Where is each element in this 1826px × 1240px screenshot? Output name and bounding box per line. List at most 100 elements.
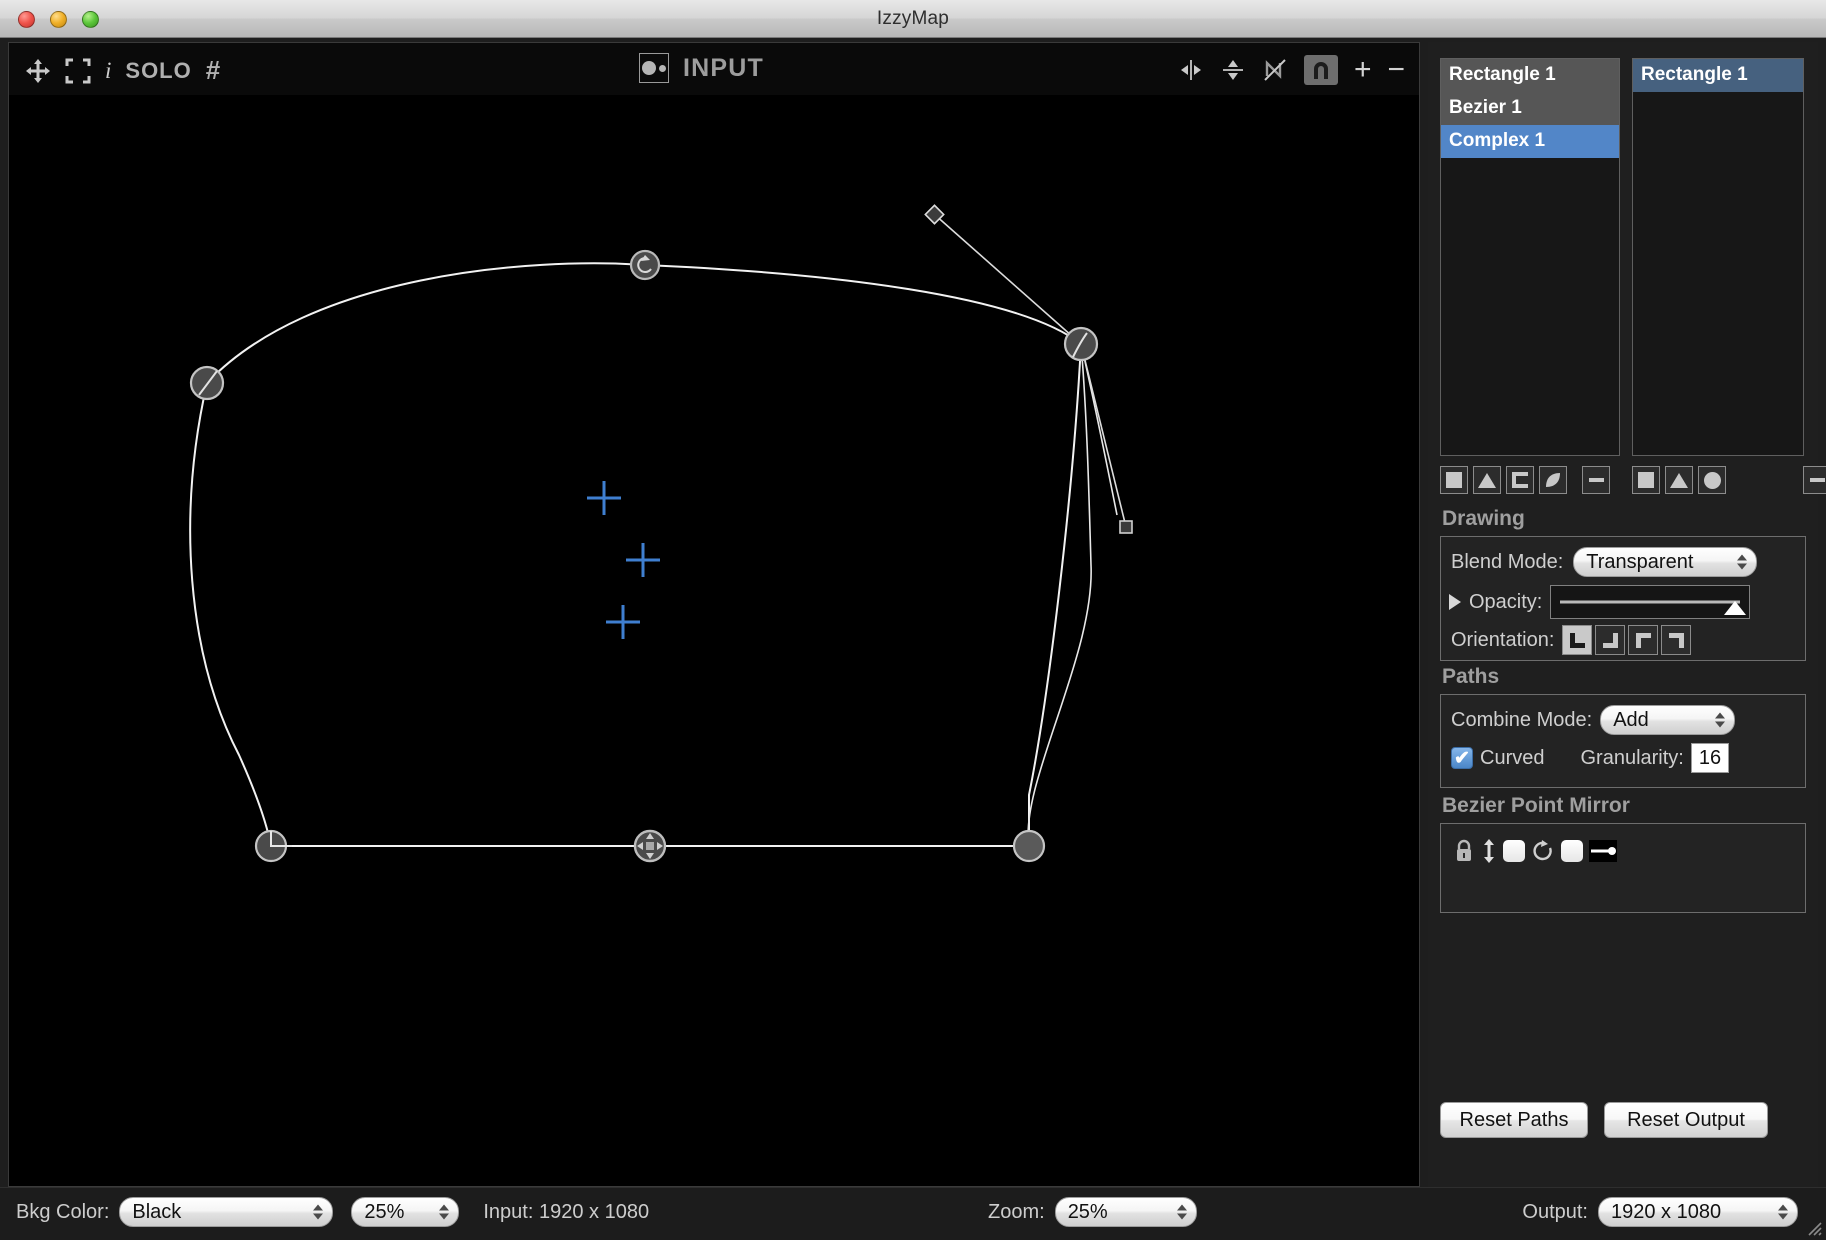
granularity-label: Granularity: xyxy=(1580,746,1684,769)
node-corner-bottom-left[interactable] xyxy=(254,829,292,863)
izzymap-window: IzzyMap i SOLO # INPUT + − Rectangle 1 B… xyxy=(0,0,1826,1240)
stepper-arrows-icon xyxy=(1737,554,1748,570)
add-circle-output-button[interactable] xyxy=(1698,466,1726,494)
add-open-path-button[interactable] xyxy=(1506,466,1534,494)
add-bezier-path-button[interactable] xyxy=(1539,466,1567,494)
list-item[interactable]: Complex 1 xyxy=(1441,125,1619,158)
opacity-label: Opacity: xyxy=(1469,590,1543,613)
bezier-handle-lines xyxy=(933,213,1127,528)
square-icon xyxy=(1446,472,1462,488)
bkg-scale-select[interactable]: 25% xyxy=(351,1197,460,1227)
opacity-track xyxy=(1560,600,1741,604)
add-triangle-path-button[interactable] xyxy=(1473,466,1501,494)
bezier-handle-lower[interactable] xyxy=(1119,520,1133,534)
curved-label: Curved xyxy=(1480,746,1545,769)
square-icon xyxy=(1638,472,1654,488)
paths-list[interactable]: Rectangle 1 Bezier 1 Complex 1 xyxy=(1440,58,1620,456)
node-rotate-top[interactable] xyxy=(629,249,661,281)
curved-checkbox[interactable]: ✔ xyxy=(1451,747,1473,769)
fit-frame-icon[interactable] xyxy=(65,58,91,84)
zoom-out-icon[interactable]: − xyxy=(1387,55,1405,85)
orientation-top-right-button[interactable] xyxy=(1661,625,1692,655)
node-corner-right[interactable] xyxy=(1063,326,1099,362)
crosshair-3[interactable] xyxy=(606,605,640,639)
crosshair-1[interactable] xyxy=(587,481,621,515)
no-snap-icon[interactable] xyxy=(1262,57,1288,83)
add-rectangle-path-button[interactable] xyxy=(1440,466,1468,494)
triangle-icon xyxy=(1478,472,1496,488)
output-list-empty-area[interactable] xyxy=(1633,92,1803,452)
input-label: INPUT xyxy=(683,53,764,82)
blend-mode-label: Blend Mode: xyxy=(1451,550,1564,573)
up-down-arrow-icon[interactable] xyxy=(1481,838,1497,864)
paths-group: Combine Mode: Add ✔ Curved Granularity: … xyxy=(1440,694,1806,788)
rotate-icon[interactable] xyxy=(1531,839,1555,863)
crosshair-2[interactable] xyxy=(626,543,660,577)
orientation-bottom-left-button[interactable] xyxy=(1562,625,1593,655)
node-move-bottom[interactable] xyxy=(633,829,667,863)
remove-output-button[interactable] xyxy=(1803,466,1826,494)
canvas-toolbar: i SOLO # INPUT + − xyxy=(9,43,1419,95)
reset-button-row: Reset Paths Reset Output xyxy=(1440,1102,1768,1138)
output-list[interactable]: Rectangle 1 xyxy=(1632,58,1804,456)
orientation-top-left-button[interactable] xyxy=(1628,625,1659,655)
circle-icon xyxy=(1703,471,1721,489)
corner-bottom-right-icon xyxy=(1602,632,1618,648)
bkg-color-value: Black xyxy=(132,1200,182,1223)
paths-list-empty-area[interactable] xyxy=(1441,158,1619,455)
add-triangle-output-button[interactable] xyxy=(1665,466,1693,494)
magnet-snap-icon[interactable] xyxy=(1303,55,1338,85)
inspector-panel: Rectangle 1 Bezier 1 Complex 1 Rectangle… xyxy=(1428,42,1826,1187)
grid-toggle-button[interactable]: # xyxy=(206,55,220,86)
blend-mode-value: Transparent xyxy=(1586,550,1694,573)
add-rectangle-output-button[interactable] xyxy=(1632,466,1660,494)
flip-vertical-icon[interactable] xyxy=(1220,57,1246,83)
node-corner-bottom-right[interactable] xyxy=(1012,829,1046,863)
output-label: Output: xyxy=(1522,1200,1588,1223)
info-label[interactable]: i xyxy=(105,58,111,84)
shape-stage[interactable] xyxy=(9,95,1419,1188)
granularity-input[interactable]: 16 xyxy=(1690,743,1730,773)
window-titlebar: IzzyMap xyxy=(0,0,1826,38)
output-buttons xyxy=(1632,466,1826,494)
bezier-subpath xyxy=(1027,343,1118,847)
combine-mode-label: Combine Mode: xyxy=(1451,708,1593,731)
opacity-slider[interactable] xyxy=(1550,585,1751,619)
list-item[interactable]: Bezier 1 xyxy=(1441,92,1619,125)
input-points-icon xyxy=(639,53,669,83)
bkg-color-select[interactable]: Black xyxy=(119,1197,334,1227)
solo-button[interactable]: SOLO xyxy=(125,58,191,84)
canvas-area[interactable]: i SOLO # INPUT + − xyxy=(8,42,1420,1187)
output-select[interactable]: 1920 x 1080 xyxy=(1598,1197,1798,1227)
window-title: IzzyMap xyxy=(876,8,950,29)
bkg-color-label: Bkg Color: xyxy=(16,1200,110,1223)
combine-mode-select[interactable]: Add xyxy=(1600,705,1736,735)
resize-grip-icon[interactable] xyxy=(1803,1217,1823,1237)
reset-output-button[interactable]: Reset Output xyxy=(1604,1102,1768,1138)
blend-mode-select[interactable]: Transparent xyxy=(1573,547,1758,577)
lock-icon[interactable] xyxy=(1453,839,1475,863)
minus-icon xyxy=(1588,478,1604,482)
node-corner-left[interactable] xyxy=(189,365,225,401)
stepper-arrows-icon xyxy=(1778,1204,1788,1220)
bkg-scale-value: 25% xyxy=(364,1200,405,1223)
list-item[interactable]: Rectangle 1 xyxy=(1441,59,1619,92)
list-item[interactable]: Rectangle 1 xyxy=(1633,59,1803,92)
opacity-disclosure-icon[interactable] xyxy=(1449,594,1461,610)
drawing-section-title: Drawing xyxy=(1442,507,1525,530)
orientation-bottom-right-button[interactable] xyxy=(1595,625,1626,655)
reset-paths-button[interactable]: Reset Paths xyxy=(1440,1102,1588,1138)
opacity-thumb[interactable] xyxy=(1724,601,1747,615)
output-value: 1920 x 1080 xyxy=(1611,1200,1722,1223)
zoom-in-icon[interactable]: + xyxy=(1354,55,1372,85)
white-square-1[interactable] xyxy=(1503,840,1525,862)
zoom-select[interactable]: 25% xyxy=(1054,1197,1197,1227)
white-square-2[interactable] xyxy=(1561,840,1583,862)
orientation-label: Orientation: xyxy=(1451,628,1555,651)
move-tool-icon[interactable] xyxy=(25,58,51,84)
handle-line-icon[interactable] xyxy=(1589,840,1617,862)
drawing-group: Blend Mode: Transparent Opacity: Orienta… xyxy=(1440,536,1806,661)
remove-path-button[interactable] xyxy=(1582,466,1610,494)
stepper-arrows-icon xyxy=(439,1204,450,1220)
flip-horizontal-icon[interactable] xyxy=(1178,57,1204,83)
